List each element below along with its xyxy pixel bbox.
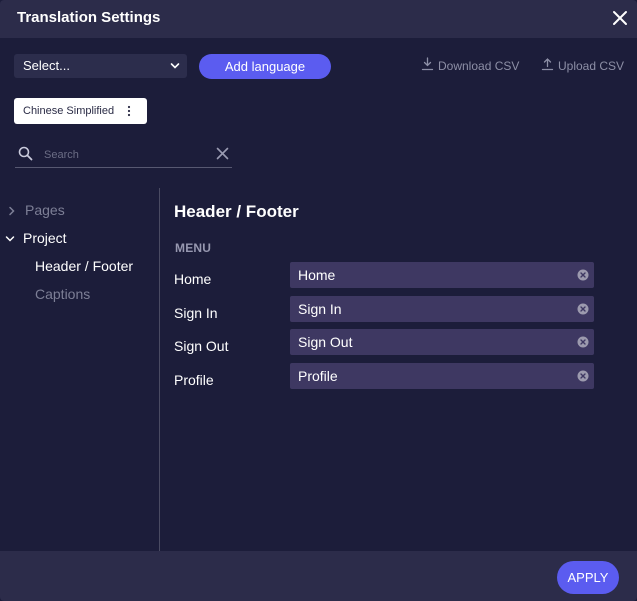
- download-icon: [421, 57, 434, 71]
- sidebar-item-label: Pages: [25, 202, 65, 218]
- section-title: Header / Footer: [174, 202, 299, 221]
- translation-input-sign-in[interactable]: [298, 300, 568, 318]
- translation-settings-dialog: Translation Settings Select... Add langu…: [0, 0, 637, 601]
- translation-input-home[interactable]: [298, 266, 568, 284]
- close-icon[interactable]: [611, 9, 629, 27]
- upload-icon: [541, 58, 554, 71]
- language-chip[interactable]: Chinese Simplified: [14, 98, 147, 124]
- main-content: Header / Footer MENU Home Sign In Sign O…: [160, 188, 637, 551]
- translation-field-profile: [290, 363, 594, 389]
- row-label-sign-in: Sign In: [174, 305, 218, 321]
- translation-input-sign-out[interactable]: [298, 333, 568, 351]
- clear-search-icon[interactable]: [216, 147, 229, 160]
- dialog-header: Translation Settings: [0, 0, 637, 38]
- sidebar-item-captions[interactable]: Captions: [35, 286, 90, 302]
- translation-input-profile[interactable]: [298, 367, 568, 385]
- sidebar-item-label: Project: [23, 230, 67, 246]
- clear-icon[interactable]: [577, 303, 589, 315]
- chevron-right-icon: [9, 206, 15, 216]
- group-label: MENU: [175, 241, 212, 255]
- dialog-footer: APPLY: [0, 551, 637, 601]
- chevron-down-icon: [5, 236, 15, 242]
- more-vertical-icon[interactable]: [126, 105, 132, 117]
- translation-field-sign-in: [290, 296, 594, 322]
- sidebar-item-header-footer[interactable]: Header / Footer: [35, 258, 133, 274]
- translation-field-sign-out: [290, 329, 594, 355]
- language-select[interactable]: Select...: [14, 54, 187, 78]
- download-csv-label: Download CSV: [438, 59, 520, 73]
- dialog-title: Translation Settings: [17, 9, 161, 26]
- chevron-down-icon: [170, 63, 180, 69]
- translation-field-home: [290, 262, 594, 288]
- add-language-button[interactable]: Add language: [199, 54, 331, 79]
- upload-csv-label: Upload CSV: [558, 59, 625, 73]
- clear-icon[interactable]: [577, 336, 589, 348]
- clear-icon[interactable]: [577, 370, 589, 382]
- search-field: [15, 142, 232, 168]
- language-select-value: Select...: [23, 58, 70, 73]
- row-label-sign-out: Sign Out: [174, 338, 229, 354]
- toolbar: Select... Add language Download CSV Uplo…: [0, 38, 637, 188]
- row-label-profile: Profile: [174, 372, 214, 388]
- sidebar: Pages Project Header / Footer Captions: [0, 188, 160, 551]
- clear-icon[interactable]: [577, 269, 589, 281]
- apply-button[interactable]: APPLY: [557, 561, 619, 594]
- search-icon: [18, 146, 33, 161]
- row-label-home: Home: [174, 271, 212, 287]
- language-chip-label: Chinese Simplified: [23, 105, 115, 117]
- search-input[interactable]: [44, 147, 204, 163]
